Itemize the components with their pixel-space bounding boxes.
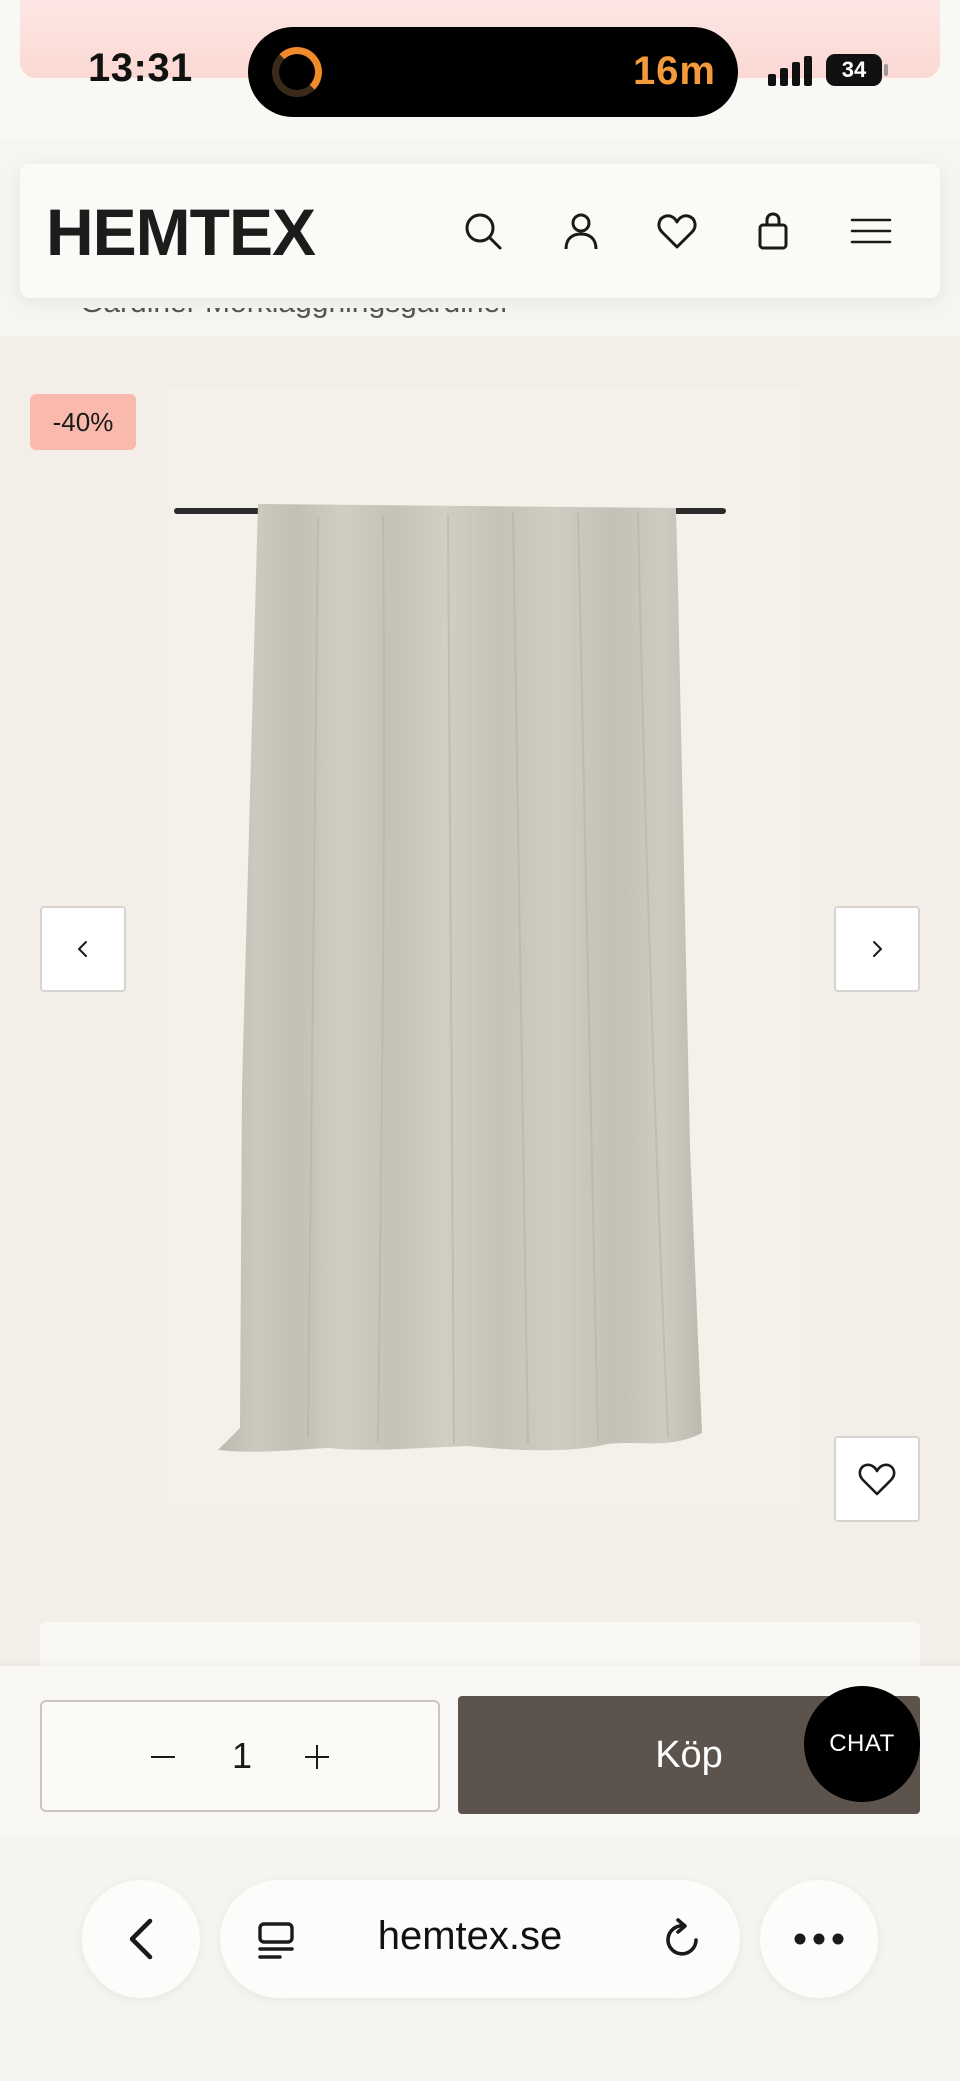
ellipsis-icon (794, 1933, 844, 1945)
heart-icon (657, 214, 697, 249)
menu-button[interactable] (836, 196, 906, 266)
minus-icon (151, 1756, 175, 1758)
url-text: hemtex.se (377, 1914, 563, 1958)
chevron-left-icon (78, 941, 87, 957)
increase-quantity-button[interactable] (292, 1732, 342, 1782)
cart-button[interactable] (738, 196, 808, 266)
account-icon (564, 213, 598, 250)
battery-icon: 34 (826, 54, 882, 86)
site-header: Gardiner Mörkläggningsgardiner HEMTEX (0, 140, 960, 336)
address-bar[interactable]: hemtex.se (220, 1880, 740, 1998)
status-bar: 13:31 16m 34 (0, 0, 960, 140)
dynamic-island[interactable]: 16m (248, 27, 738, 117)
chevron-left-icon (129, 1918, 153, 1960)
previous-image-button[interactable] (40, 906, 126, 992)
plus-icon (305, 1745, 329, 1769)
discount-badge: -40% (30, 394, 136, 450)
search-button[interactable] (448, 196, 518, 266)
reader-mode-icon[interactable] (254, 1918, 298, 1962)
heart-icon (858, 1463, 896, 1496)
quantity-stepper: 1 (40, 1700, 440, 1812)
wishlist-button[interactable] (642, 196, 712, 266)
bag-icon (758, 212, 788, 250)
header-bar: HEMTEX (20, 164, 940, 298)
chevron-right-icon (873, 941, 882, 957)
battery-cap (884, 64, 888, 76)
menu-icon (850, 218, 892, 244)
buy-bar: 1 Köp CHAT (0, 1666, 960, 1836)
signal-icon (768, 56, 814, 86)
chat-button-label: CHAT (829, 1730, 895, 1757)
curtain-image (174, 504, 726, 1452)
quantity-value[interactable]: 1 (212, 1730, 272, 1782)
more-options-button[interactable] (760, 1880, 878, 1998)
next-image-button[interactable] (834, 906, 920, 992)
chat-button[interactable]: CHAT (804, 1686, 920, 1802)
decrease-quantity-button[interactable] (138, 1732, 188, 1782)
product-gallery: -40% (0, 336, 960, 1682)
reload-icon[interactable] (660, 1916, 706, 1962)
timer-ring-icon (272, 47, 322, 97)
buy-button-label: Köp (655, 1733, 723, 1776)
browser-toolbar: hemtex.se (0, 1836, 960, 2081)
account-button[interactable] (546, 196, 616, 266)
browser-back-button[interactable] (82, 1880, 200, 1998)
add-to-wishlist-button[interactable] (834, 1436, 920, 1522)
search-icon (465, 213, 502, 250)
product-image[interactable] (168, 388, 800, 1506)
hemtex-logo[interactable]: HEMTEX (46, 192, 316, 272)
clock: 13:31 (88, 46, 193, 90)
island-timer: 16m (632, 49, 716, 93)
